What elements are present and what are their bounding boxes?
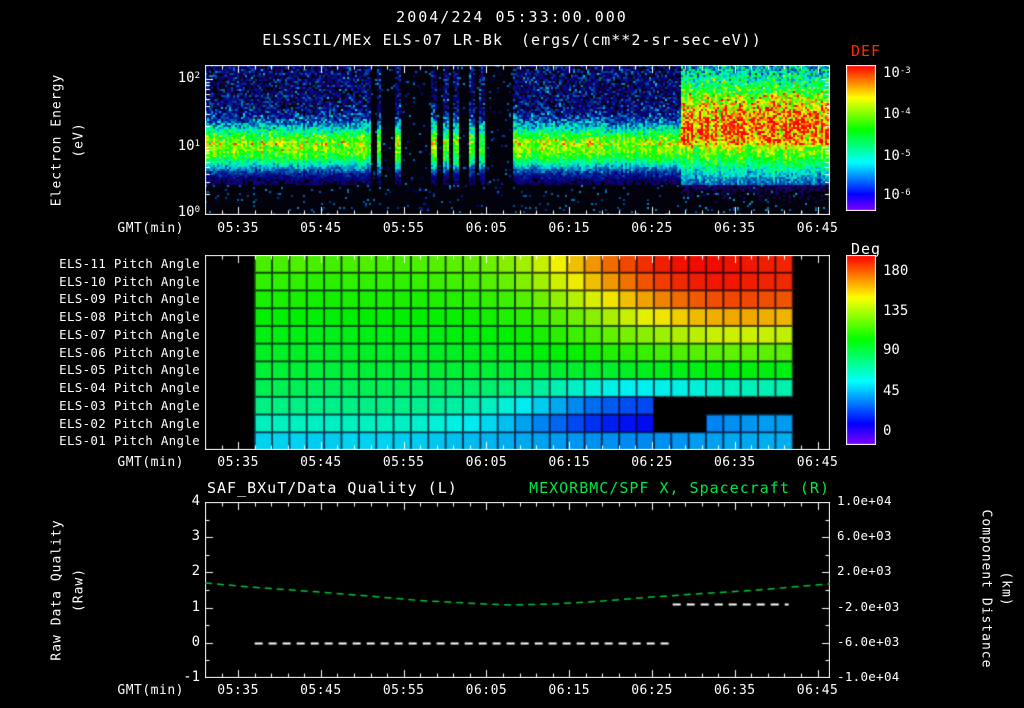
time-tick-label: 05:55 — [382, 221, 425, 236]
time-tick-label: 06:05 — [465, 221, 508, 236]
time-tick-label: 06:25 — [631, 455, 673, 470]
deg-colorbar-tick-label: 0 — [883, 422, 892, 439]
energy-axis-units: (eV) — [71, 122, 87, 158]
pitch-row-label: ELS-05 Pitch Angle — [59, 362, 200, 378]
flux-colorbar-tick-label: 10-5 — [883, 147, 911, 164]
time-tick-label: 06:35 — [713, 455, 756, 470]
pitch-row-label: ELS-10 Pitch Angle — [59, 273, 200, 289]
pitch-row-label: ELS-02 Pitch Angle — [59, 415, 200, 431]
quality-distance-plot — [205, 502, 830, 678]
time-tick-label: 06:05 — [465, 455, 508, 470]
pitch-row-label: ELS-08 Pitch Angle — [59, 309, 200, 325]
deg-colorbar-tick-label: 135 — [883, 303, 909, 319]
pitch-row-label: ELS-01 Pitch Angle — [59, 433, 200, 449]
plot-title-instrument: ELSSCIL/MEx ELS-07 LR-Bk — [262, 31, 503, 49]
deg-colorbar-tick-label: 180 — [883, 263, 909, 280]
flux-colorbar-tick-label: 10-3 — [883, 64, 911, 81]
time-tick-label: 06:25 — [631, 221, 673, 236]
time-tick-label: 06:25 — [631, 683, 673, 698]
time-tick-label: 06:45 — [796, 683, 839, 698]
energy-tick-label: 102 — [177, 69, 200, 86]
time-tick-label: 06:45 — [796, 455, 839, 470]
electron-energy-spectrogram — [205, 65, 830, 215]
time-tick-label: 06:05 — [465, 683, 508, 698]
pitch-row-label: ELS-11 Pitch Angle — [59, 256, 200, 271]
time-tick-label: 05:55 — [382, 683, 425, 698]
time-tick-label: 06:15 — [548, 221, 591, 236]
distance-tick-label: -6.0e+03 — [837, 633, 900, 649]
quality-tick-label: 1 — [191, 598, 200, 615]
deg-colorbar — [846, 255, 876, 445]
time-tick-label: 05:35 — [217, 221, 259, 236]
quality-tick-label: 2 — [191, 563, 200, 580]
flux-colorbar-tick-label: 10-6 — [883, 187, 911, 204]
distance-tick-label: 2.0e+03 — [837, 563, 892, 579]
distance-tick-label: 6.0e+03 — [837, 528, 892, 544]
time-axis-label: GMT(min) — [117, 455, 184, 470]
deg-colorbar-tick-label: 90 — [883, 341, 900, 358]
time-tick-label: 05:55 — [382, 455, 425, 470]
energy-axis-label: Electron Energy — [49, 73, 65, 207]
time-tick-label: 06:35 — [713, 683, 756, 698]
pitch-row-label: ELS-06 Pitch Angle — [59, 344, 200, 360]
time-tick-label: 06:15 — [548, 683, 591, 698]
distance-axis-label: Component Distance — [978, 509, 994, 669]
time-tick-label: 05:45 — [300, 221, 342, 236]
time-axis-label: GMT(min) — [117, 221, 184, 236]
flux-colorbar-tick-label: 10-4 — [883, 106, 911, 123]
plot-title-units: (ergs/(cm**2-sr-sec-eV)) — [521, 31, 762, 49]
time-tick-label: 05:35 — [217, 683, 259, 698]
time-tick-label: 06:35 — [713, 221, 756, 236]
pitch-row-label: ELS-09 Pitch Angle — [59, 291, 200, 307]
quality-axis-label: Raw Data Quality — [49, 519, 65, 661]
right-series-title: MEXORBMC/SPF X, Spacecraft (R) — [529, 479, 830, 497]
quality-tick-label: 3 — [191, 528, 200, 545]
time-tick-label: 06:45 — [796, 221, 839, 236]
flux-colorbar — [846, 65, 876, 211]
time-tick-label: 05:35 — [217, 455, 259, 470]
pitch-row-label: ELS-03 Pitch Angle — [59, 397, 200, 413]
plot-page: 2004/224 05:33:00.000 ELSSCIL/MEx ELS-07… — [0, 0, 1024, 708]
def-colorbar-title: DEF — [851, 42, 882, 60]
distance-axis-units: (km) — [998, 571, 1014, 607]
time-axis-label: GMT(min) — [117, 683, 184, 698]
pitch-angle-heatmap — [205, 255, 830, 450]
energy-tick-label: 101 — [177, 137, 200, 154]
quality-axis-units: (Raw) — [71, 567, 87, 613]
distance-tick-label: 1.0e+04 — [837, 493, 892, 508]
quality-tick-label: 4 — [191, 493, 200, 509]
distance-tick-label: -1.0e+04 — [837, 669, 900, 684]
time-tick-label: 06:15 — [548, 455, 591, 470]
time-tick-label: 05:45 — [300, 455, 342, 470]
time-tick-label: 05:45 — [300, 683, 342, 698]
quality-tick-label: -1 — [183, 669, 200, 685]
pitch-row-label: ELS-07 Pitch Angle — [59, 326, 200, 342]
distance-tick-label: -2.0e+03 — [837, 598, 900, 614]
energy-tick-label: 100 — [177, 203, 200, 220]
quality-tick-label: 0 — [191, 633, 200, 650]
deg-colorbar-tick-label: 45 — [883, 382, 900, 399]
plot-datetime: 2004/224 05:33:00.000 — [396, 8, 628, 26]
pitch-row-label: ELS-04 Pitch Angle — [59, 380, 200, 396]
